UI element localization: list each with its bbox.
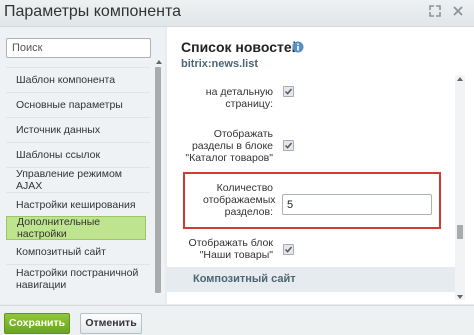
dialog-footer: Сохранить Отменить [0,305,474,335]
sidebar-item-main-params[interactable]: Основные параметры [6,93,146,117]
catalog-sections-checkbox[interactable] [283,140,294,151]
component-title: Список новостей [181,39,301,55]
group-header-composite-site[interactable]: Композитный сайт [167,267,455,292]
sidebar-item-component-template[interactable]: Шаблон компонента [6,68,146,92]
sidebar-item-cache-settings[interactable]: Настройки кеширования [6,193,146,217]
panel-scrollbar-track[interactable] [455,75,465,300]
sidebar-item-url-templates[interactable]: Шаблоны ссылок [6,143,146,167]
field-label-detail-page: на детальную страницу: [205,86,273,110]
save-button[interactable]: Сохранить [4,313,70,334]
field-label-sections-count: Количество отображаемых разделов: [203,182,276,218]
scroll-up-arrow-icon[interactable] [457,77,463,81]
sidebar-item-pagination-settings[interactable]: Настройки постраничной навигации [6,265,146,293]
field-label-our-products: Отображать блок "Наши товары" [188,237,273,261]
checkmark-icon [284,88,293,95]
panel-scrollbar-thumb[interactable] [457,225,463,239]
scroll-up-arrow-icon[interactable] [156,60,162,64]
field-label-catalog-sections: Отображать разделы в блоке "Каталог това… [185,128,273,164]
cancel-button[interactable]: Отменить [80,313,142,334]
component-settings-dialog: Параметры компонента Шаблон компонента О… [0,0,474,335]
sidebar-item-data-source[interactable]: Источник данных [6,118,146,142]
title-bar[interactable]: Параметры компонента [0,0,474,27]
sidebar-item-additional-settings[interactable]: Дополнительные настройки [6,216,146,240]
close-icon[interactable] [452,5,464,17]
sections-count-input[interactable] [282,194,432,215]
checkmark-icon [284,142,293,149]
detail-page-checkbox[interactable] [283,86,294,97]
search-input[interactable] [6,38,151,58]
window-title: Параметры компонента [4,3,181,20]
component-code: bitrix:news.list [181,58,259,70]
expand-icon[interactable] [429,5,441,17]
sidebar-item-composite-site[interactable]: Композитный сайт [6,240,146,264]
sidebar-scrollbar-thumb[interactable] [155,67,161,293]
scroll-down-arrow-icon[interactable] [457,295,463,299]
settings-panel: Список новостей bitrix:news.list на дета… [167,27,474,304]
checkmark-icon [284,246,293,253]
sidebar-item-ajax-mode[interactable]: Управление режимом AJAX [6,168,146,192]
info-icon[interactable] [292,41,304,53]
sidebar: Шаблон компонента Основные параметры Ист… [0,27,165,318]
our-products-checkbox[interactable] [283,244,294,255]
